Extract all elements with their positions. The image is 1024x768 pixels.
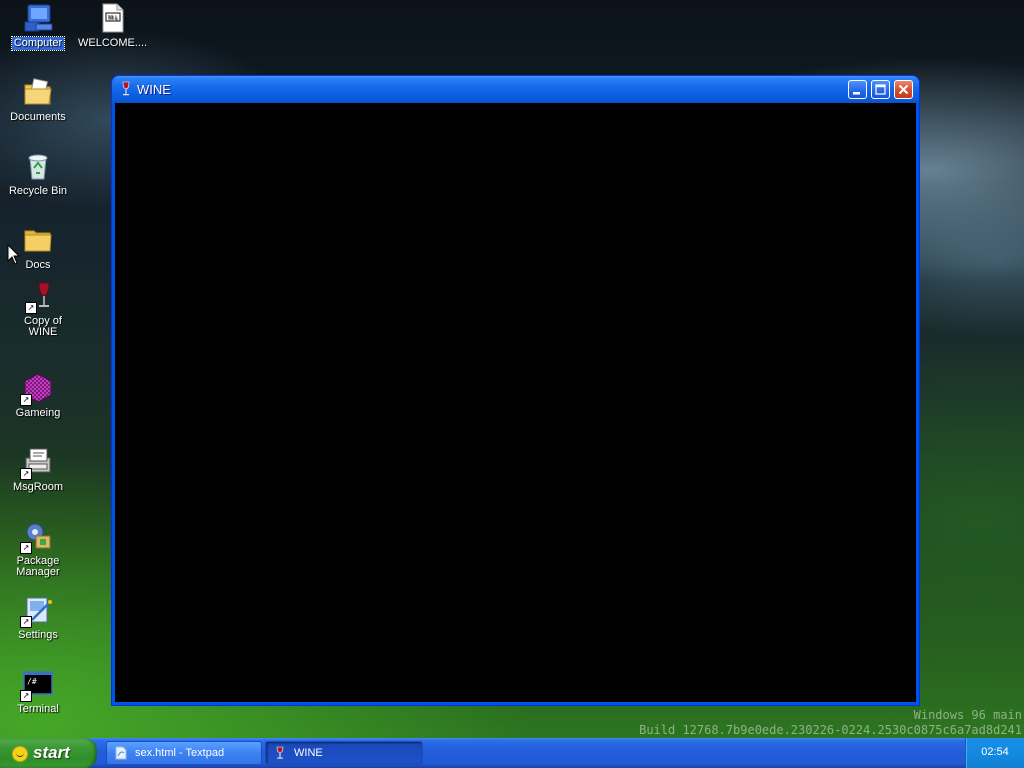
shortcut-arrow-icon: ↗	[20, 394, 32, 406]
desktop-icon-package-manager[interactable]: ↗ Package Manager	[2, 520, 74, 579]
maximize-icon	[875, 84, 886, 95]
desktop-icon-terminal[interactable]: /# ↗ Terminal	[2, 668, 74, 716]
folder-icon	[22, 224, 54, 256]
textpad-icon	[115, 746, 127, 760]
desktop-icon-gameing[interactable]: ↗ Gameing	[2, 372, 74, 420]
desktop-icon-label: Terminal	[17, 703, 59, 715]
desktop-icon-label: Computer	[10, 36, 66, 51]
desktop-icon-label: MsgRoom	[12, 481, 64, 493]
system-tray: 02:54	[965, 738, 1024, 768]
desktop-icon-recycle-bin[interactable]: Recycle Bin	[2, 150, 74, 198]
desktop-icon-documents[interactable]: Documents	[2, 76, 74, 124]
close-icon	[898, 84, 909, 95]
wine-icon	[122, 81, 130, 96]
shortcut-arrow-icon: ↗	[25, 302, 37, 314]
build-watermark-build: Build 12768.7b9e0ede.230226-0224.2530c08…	[639, 723, 1022, 737]
shortcut-arrow-icon: ↗	[20, 468, 32, 480]
taskbar-button-textpad[interactable]: sex.html - Textpad	[106, 741, 262, 765]
clock[interactable]: 02:54	[966, 746, 1024, 758]
shortcut-arrow-icon: ↗	[20, 542, 32, 554]
taskbar-button-label: WINE	[294, 747, 323, 759]
start-button[interactable]: start	[0, 738, 97, 768]
desktop-icon-label: Copy of WINE	[24, 315, 62, 338]
msgroom-icon: ↗	[20, 446, 54, 480]
desktop-icon-label: Package Manager	[16, 555, 60, 578]
terminal-icon: /# ↗	[20, 668, 54, 702]
desktop-icon-label: Recycle Bin	[8, 185, 68, 197]
desktop-icon-label: Settings	[18, 629, 58, 641]
desktop-icon-settings[interactable]: ↗ Settings	[2, 594, 74, 642]
wine-icon	[276, 746, 284, 759]
window-titlebar[interactable]: WINE	[112, 76, 919, 103]
close-button[interactable]	[894, 80, 913, 99]
mouse-cursor-icon	[7, 244, 21, 265]
shortcut-arrow-icon: ↗	[20, 616, 32, 628]
minimize-icon	[853, 92, 860, 95]
start-logo-icon	[12, 746, 28, 762]
build-watermark-title: Windows 96 main	[913, 708, 1022, 722]
package-manager-icon: ↗	[20, 520, 54, 554]
taskbar: start sex.html - Textpad WINE 02:54	[0, 738, 1024, 768]
desktop-icon-label: Documents	[10, 111, 66, 123]
desktop-icon-label: Docs	[25, 259, 51, 271]
documents-folder-icon	[22, 76, 54, 108]
minimize-button[interactable]	[848, 80, 867, 99]
start-label: start	[33, 743, 70, 762]
taskbar-button-label: sex.html - Textpad	[135, 747, 225, 759]
maximize-button[interactable]	[871, 80, 890, 99]
svg-text:/#: /#	[27, 677, 37, 686]
taskbar-button-wine[interactable]: WINE	[265, 741, 423, 765]
window-title: WINE	[137, 82, 171, 97]
window-content-area[interactable]	[115, 103, 916, 702]
desktop-icon-copy-of-wine[interactable]: ↗ Copy of WINE	[7, 280, 79, 339]
game-icon: ↗	[20, 372, 54, 406]
desktop-icon-label: WELCOME....	[78, 37, 148, 49]
desktop-icon-computer[interactable]: Computer	[2, 2, 74, 51]
wine-window[interactable]: WINE	[112, 76, 919, 705]
settings-icon: ↗	[20, 594, 54, 628]
document-icon: M↓	[96, 2, 128, 34]
svg-text:M↓: M↓	[108, 15, 118, 22]
desktop-icon-msgroom[interactable]: ↗ MsgRoom	[2, 446, 74, 494]
desktop-icon-welcome[interactable]: M↓ WELCOME....	[76, 2, 148, 50]
recycle-bin-icon	[22, 150, 54, 182]
computer-icon	[22, 2, 54, 34]
wine-icon: ↗	[25, 280, 59, 314]
shortcut-arrow-icon: ↗	[20, 690, 32, 702]
desktop-icon-label: Gameing	[15, 407, 61, 419]
